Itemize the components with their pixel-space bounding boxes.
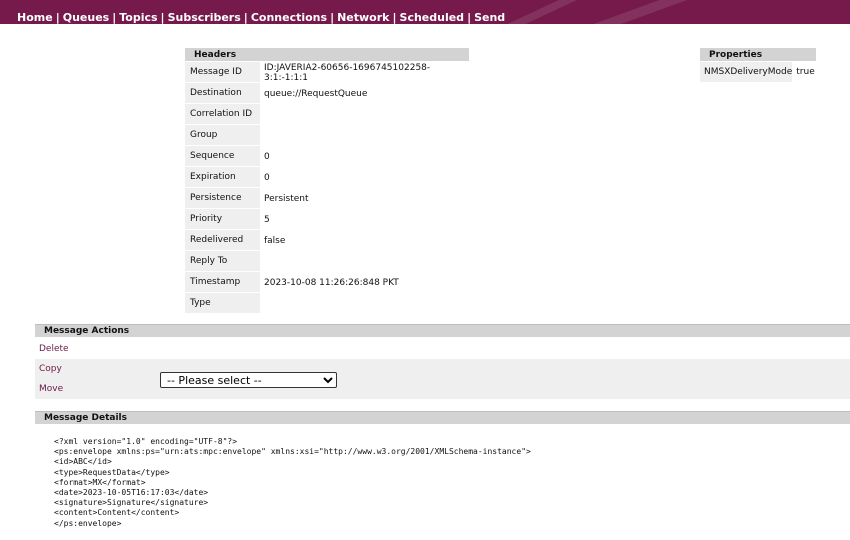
- header-value: queue://RequestQueue: [264, 88, 368, 99]
- nav-separator: |: [160, 11, 165, 24]
- delete-link[interactable]: Delete: [39, 344, 69, 354]
- header-row-reply-to: Reply To: [185, 251, 469, 272]
- header-value: ID:JAVERIA2-60656-1696745102258-3:1:-1:1…: [264, 62, 431, 83]
- nav-subscribers[interactable]: Subscribers: [168, 11, 241, 24]
- header-value: Persistent: [264, 193, 309, 204]
- headers-table: Headers Message ID ID:JAVERIA2-60656-1696…: [185, 48, 469, 314]
- message-body: <?xml version="1.0" encoding="UTF-8"?> <…: [54, 437, 531, 529]
- nav-topics[interactable]: Topics: [119, 11, 157, 24]
- header-value: [260, 104, 469, 125]
- xml-line: <?xml version="1.0" encoding="UTF-8"?>: [54, 437, 238, 446]
- header-value: [260, 293, 469, 314]
- move-action-row: Move: [35, 379, 156, 399]
- move-link[interactable]: Move: [39, 384, 63, 394]
- header-key: Message ID: [185, 62, 260, 83]
- header-key: Destination: [185, 83, 260, 104]
- nav-separator: |: [55, 11, 60, 24]
- message-actions-title: Message Actions: [35, 324, 850, 337]
- header-row-priority: Priority 5: [185, 209, 469, 230]
- nav-separator: |: [467, 11, 472, 24]
- nav-separator: |: [112, 11, 117, 24]
- main-nav: Home | Queues | Topics | Subscribers | Connectio…: [17, 11, 505, 24]
- xml-line: <format>MX</format>: [54, 477, 146, 487]
- header-row-destination: Destination queue://RequestQueue: [185, 83, 469, 104]
- top-nav-bar: Home | Queues | Topics | Subscribers | Connectio…: [0, 0, 850, 24]
- xml-line: <ps:envelope xmlns:ps="urn:ats:mpc:envel…: [54, 447, 531, 457]
- header-key: Persistence: [185, 188, 260, 209]
- header-value: [260, 125, 469, 146]
- header-row-type: Type: [185, 293, 469, 314]
- property-value: true: [796, 67, 815, 77]
- header-row-correlation-id: Correlation ID: [185, 104, 469, 125]
- properties-title: Properties: [700, 48, 817, 62]
- xml-line: </ps:envelope>: [54, 518, 122, 528]
- header-key: Expiration: [185, 167, 260, 188]
- header-key: Type: [185, 293, 260, 314]
- header-value: [260, 251, 469, 272]
- header-row-sequence: Sequence 0: [185, 146, 469, 167]
- header-row-expiration: Expiration 0: [185, 167, 469, 188]
- xml-line: <id>ABC</id>: [54, 457, 112, 467]
- header-row-persistence: Persistence Persistent: [185, 188, 469, 209]
- copy-link[interactable]: Copy: [39, 364, 62, 374]
- property-row: NMSXDeliveryMode true: [700, 62, 816, 82]
- header-key: Reply To: [185, 251, 260, 272]
- xml-line: <content>Content</content>: [54, 508, 180, 518]
- header-value: 0: [264, 151, 270, 162]
- property-key: NMSXDeliveryMode: [700, 62, 793, 82]
- destination-select[interactable]: -- Please select --: [160, 372, 337, 388]
- message-details-title: Message Details: [35, 411, 850, 424]
- header-key: Redelivered: [185, 230, 260, 251]
- header-row-timestamp: Timestamp 2023-10-08 11:26:26:848 PKT: [185, 272, 469, 293]
- nav-separator: |: [392, 11, 397, 24]
- xml-line: <type>RequestData</type>: [54, 467, 170, 477]
- header-key: Timestamp: [185, 272, 260, 293]
- header-value: false: [264, 235, 286, 246]
- nav-scheduled[interactable]: Scheduled: [400, 11, 465, 24]
- nav-network[interactable]: Network: [337, 11, 389, 24]
- header-key: Priority: [185, 209, 260, 230]
- nav-connections[interactable]: Connections: [251, 11, 327, 24]
- header-value: 2023-10-08 11:26:26:848 PKT: [264, 277, 399, 288]
- header-row-message-id: Message ID ID:JAVERIA2-60656-169674510225…: [185, 62, 469, 83]
- header-row-redelivered: Redelivered false: [185, 230, 469, 251]
- header-row-group: Group: [185, 125, 469, 146]
- header-key: Sequence: [185, 146, 260, 167]
- header-key: Group: [185, 125, 260, 146]
- xml-line: <signature>Signature</signature>: [54, 498, 209, 508]
- header-value: 0: [264, 172, 270, 183]
- header-key: Correlation ID: [185, 104, 260, 125]
- xml-line: <date>2023-10-05T16:17:03</date>: [54, 488, 209, 498]
- headers-title: Headers: [185, 48, 469, 62]
- header-value: 5: [264, 214, 270, 225]
- copy-action-row: Copy: [35, 359, 156, 379]
- nav-separator: |: [243, 11, 248, 24]
- delete-action-row: Delete: [35, 339, 850, 359]
- nav-queues[interactable]: Queues: [63, 11, 109, 24]
- nav-send[interactable]: Send: [474, 11, 505, 24]
- properties-table: Properties NMSXDeliveryMode true: [700, 48, 817, 82]
- nav-home[interactable]: Home: [17, 11, 53, 24]
- nav-separator: |: [330, 11, 335, 24]
